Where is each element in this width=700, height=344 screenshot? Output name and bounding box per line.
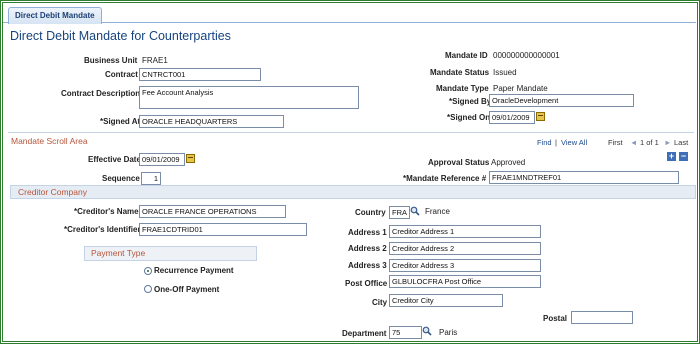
mandate-status-label: Mandate Status bbox=[430, 68, 490, 77]
address-3-label: Address 3 bbox=[348, 261, 387, 270]
contract-description-input[interactable]: Fee Account Analysis bbox=[139, 86, 359, 109]
page-title: Direct Debit Mandate for Counterparties bbox=[10, 29, 231, 43]
sequence-input[interactable]: 1 bbox=[141, 172, 161, 185]
calendar-icon[interactable] bbox=[536, 112, 545, 121]
postal-label: Postal bbox=[543, 314, 568, 323]
lookup-icon[interactable] bbox=[410, 206, 420, 216]
first-link[interactable]: First bbox=[608, 138, 623, 147]
signed-on-input[interactable]: 09/01/2009 bbox=[489, 111, 535, 124]
mandate-type-label: Mandate Type bbox=[436, 84, 489, 93]
creditors-identifier-input[interactable]: FRAE1CDTRID01 bbox=[139, 223, 307, 236]
signed-at-input[interactable]: ORACLE HEADQUARTERS bbox=[139, 115, 284, 128]
address-2-input[interactable]: Creditor Address 2 bbox=[389, 242, 541, 255]
tab-strip: Direct Debit Mandate bbox=[3, 3, 696, 24]
country-name: France bbox=[425, 207, 450, 216]
creditor-company-title: Creditor Company bbox=[18, 187, 87, 197]
post-office-input[interactable]: GLBULOCFRA Post Office bbox=[389, 275, 541, 288]
contract-label: Contract bbox=[105, 70, 138, 79]
mandate-type-value: Paper Mandate bbox=[493, 84, 548, 93]
add-row-button[interactable]: + bbox=[667, 152, 676, 161]
business-unit-value: FRAE1 bbox=[142, 56, 168, 65]
next-icon[interactable]: ► bbox=[664, 138, 671, 147]
one-off-payment-label: One-Off Payment bbox=[154, 285, 220, 294]
mandate-reference-label: *Mandate Reference # bbox=[403, 174, 487, 183]
delete-row-button[interactable]: − bbox=[679, 152, 688, 161]
signed-by-input[interactable]: OracleDevelopment bbox=[489, 94, 634, 107]
mandate-status-value: Issued bbox=[493, 68, 517, 77]
approval-status-label: Approval Status bbox=[428, 158, 490, 167]
mandate-id-value: 000000000000001 bbox=[493, 51, 560, 60]
address-1-input[interactable]: Creditor Address 1 bbox=[389, 225, 541, 238]
country-input[interactable]: FRA bbox=[389, 206, 410, 219]
payment-type-title: Payment Type bbox=[91, 248, 146, 258]
contract-description-label: Contract Description bbox=[61, 89, 141, 98]
last-link[interactable]: Last bbox=[674, 138, 688, 147]
calendar-icon[interactable] bbox=[186, 154, 195, 163]
mandate-reference-input[interactable]: FRAE1MNDTREF01 bbox=[489, 171, 679, 184]
city-input[interactable]: Creditor City bbox=[389, 294, 503, 307]
department-input[interactable]: 75 bbox=[389, 326, 422, 339]
city-label: City bbox=[372, 298, 388, 307]
one-off-payment-radio[interactable] bbox=[144, 285, 152, 293]
business-unit-label: Business Unit bbox=[84, 56, 138, 65]
view-all-link[interactable]: View All bbox=[561, 138, 587, 147]
scroll-area-title: Mandate Scroll Area bbox=[11, 136, 88, 146]
postal-input[interactable] bbox=[571, 311, 633, 324]
recurrence-payment-label: Recurrence Payment bbox=[154, 266, 234, 275]
effective-date-input[interactable]: 09/01/2009 bbox=[139, 153, 185, 166]
post-office-label: Post Office bbox=[345, 279, 388, 288]
creditors-name-input[interactable]: ORACLE FRANCE OPERATIONS bbox=[139, 205, 286, 218]
scroll-area-divider bbox=[8, 132, 694, 133]
mandate-id-label: Mandate ID bbox=[445, 51, 488, 60]
tab-direct-debit-mandate[interactable]: Direct Debit Mandate bbox=[8, 7, 102, 24]
sequence-label: Sequence bbox=[102, 174, 140, 183]
address-2-label: Address 2 bbox=[348, 244, 387, 253]
row-range: 1 of 1 bbox=[640, 138, 659, 147]
country-label: Country bbox=[355, 208, 386, 217]
creditors-identifier-label: *Creditor's Identifier bbox=[64, 225, 141, 234]
effective-date-label: Effective Date bbox=[88, 155, 141, 164]
creditor-company-header: Creditor Company bbox=[10, 185, 696, 199]
previous-icon[interactable]: ◄ bbox=[630, 138, 637, 147]
department-name: Paris bbox=[439, 328, 458, 337]
signed-at-label: *Signed At bbox=[100, 117, 141, 126]
approval-status-value: Approved bbox=[491, 158, 526, 167]
lookup-icon[interactable] bbox=[422, 326, 432, 336]
recurrence-payment-radio[interactable] bbox=[144, 267, 152, 275]
address-3-input[interactable]: Creditor Address 3 bbox=[389, 259, 541, 272]
department-label: Department bbox=[342, 329, 387, 338]
creditors-name-label: *Creditor's Name bbox=[74, 207, 139, 216]
contract-input[interactable]: CNTRCT001 bbox=[139, 68, 261, 81]
address-1-label: Address 1 bbox=[348, 228, 387, 237]
nav-separator: | bbox=[555, 138, 557, 147]
signed-by-label: *Signed By bbox=[449, 97, 492, 106]
signed-on-label: *Signed On bbox=[447, 113, 491, 122]
payment-type-header: Payment Type bbox=[84, 246, 257, 261]
find-link[interactable]: Find bbox=[537, 138, 552, 147]
